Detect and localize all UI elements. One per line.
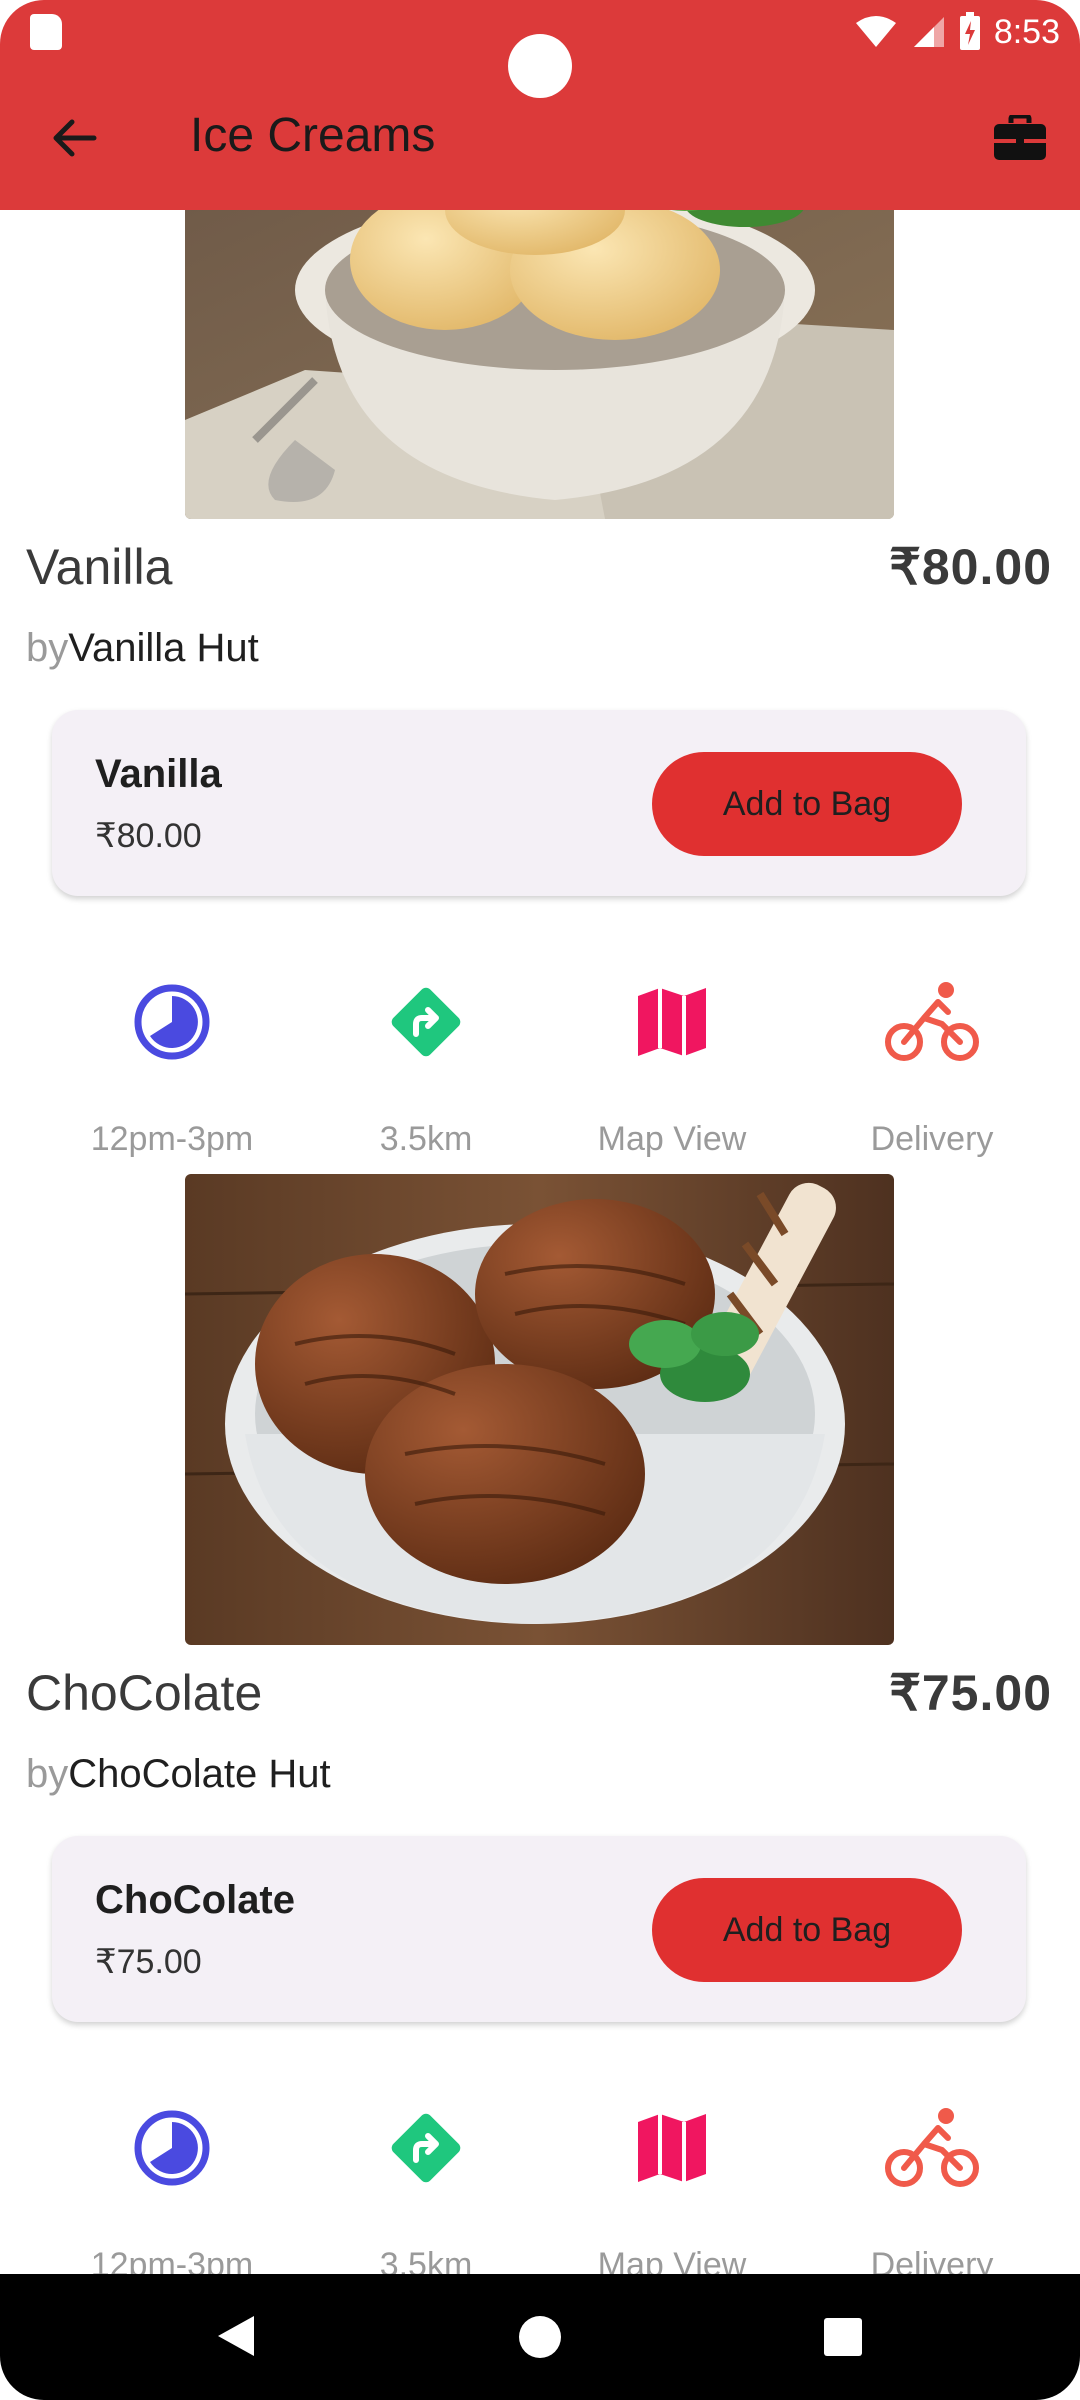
status-bar: 8:53: [0, 0, 1080, 98]
product-price: ₹75.00: [889, 1665, 1052, 1721]
feature-hours[interactable]: 12pm-3pm: [62, 972, 282, 1159]
by-prefix: by: [26, 1752, 69, 1796]
card-product-price: ₹75.00: [95, 1943, 202, 1981]
arrow-back-icon: [53, 119, 97, 157]
add-to-bag-button[interactable]: Add to Bag: [652, 1878, 962, 1982]
vendor-name[interactable]: Vanilla Hut: [68, 626, 258, 670]
product-item-chocolate: ChoColate ₹75.00 byChoColate Hut ChoCola…: [0, 1170, 1080, 2274]
map-icon: [638, 988, 706, 1056]
feature-label: Delivery: [870, 1120, 994, 1158]
product-image[interactable]: [185, 1174, 894, 1645]
app-bar: Ice Creams: [0, 64, 1080, 210]
feature-label: 3.5km: [379, 2246, 473, 2274]
app-header: 8:53 Ice Creams: [0, 0, 1080, 210]
feature-distance[interactable]: 3.5km: [316, 2098, 536, 2274]
clock-icon: [134, 2110, 210, 2186]
feature-label: Delivery: [870, 2246, 994, 2274]
chocolate-ice-cream-image: [185, 1174, 894, 1645]
feature-distance[interactable]: 3.5km: [316, 972, 536, 1159]
bag-button[interactable]: [990, 108, 1050, 168]
add-to-bag-card: ChoColate ₹75.00 Add to Bag: [52, 1836, 1026, 2022]
page-title: Ice Creams: [190, 109, 436, 162]
card-product-name: ChoColate: [95, 1878, 295, 1922]
wifi-icon: [855, 16, 896, 47]
cell-signal-icon: [913, 17, 944, 47]
status-icons: 8:53: [854, 8, 1060, 56]
feature-delivery[interactable]: Delivery: [822, 972, 1042, 1159]
product-name: Vanilla: [26, 539, 173, 595]
bicycle-icon: [885, 982, 979, 1061]
card-product-name: Vanilla: [95, 752, 222, 796]
card-product-price: ₹80.00: [95, 817, 202, 855]
product-vendor-line: byChoColate Hut: [26, 1752, 331, 1797]
back-button[interactable]: [36, 106, 112, 170]
feature-delivery[interactable]: Delivery: [822, 2098, 1042, 2274]
sd-card-icon: [30, 14, 62, 50]
product-vendor-line: byVanilla Hut: [26, 626, 259, 671]
bicycle-icon: [885, 2108, 979, 2187]
vanilla-ice-cream-image: [185, 180, 894, 519]
product-name: ChoColate: [26, 1665, 263, 1721]
add-to-bag-card: Vanilla ₹80.00 Add to Bag: [52, 710, 1026, 896]
feature-label: Map View: [597, 2246, 747, 2274]
feature-label: 12pm-3pm: [90, 1120, 254, 1158]
feature-row: 12pm-3pm 3.5km Map View Delivery: [0, 2098, 1080, 2274]
feature-map-view[interactable]: Map View: [562, 2098, 782, 2274]
add-to-bag-button[interactable]: Add to Bag: [652, 752, 962, 856]
briefcase-icon: [994, 115, 1046, 160]
nav-back-icon[interactable]: [216, 2314, 256, 2358]
directions-icon: [391, 2113, 461, 2183]
vendor-name[interactable]: ChoColate Hut: [68, 1752, 330, 1796]
nav-recents-button[interactable]: [824, 2318, 862, 2356]
feature-row: 12pm-3pm 3.5km Map View Delivery: [0, 972, 1080, 1172]
feature-label: 12pm-3pm: [90, 2246, 254, 2274]
feature-label: 3.5km: [379, 1120, 473, 1158]
feature-map-view[interactable]: Map View: [562, 972, 782, 1159]
product-image[interactable]: [185, 180, 894, 519]
by-prefix: by: [26, 626, 69, 670]
feature-hours[interactable]: 12pm-3pm: [62, 2098, 282, 2274]
status-time: 8:53: [993, 12, 1060, 51]
product-price: ₹80.00: [889, 539, 1052, 595]
feature-label: Map View: [597, 1120, 747, 1158]
nav-home-button[interactable]: [519, 2316, 561, 2358]
battery-charging-icon: [959, 12, 980, 50]
directions-icon: [391, 987, 461, 1057]
system-navigation-bar: [0, 2274, 1080, 2400]
clock-icon: [134, 984, 210, 1060]
map-icon: [638, 2114, 706, 2182]
